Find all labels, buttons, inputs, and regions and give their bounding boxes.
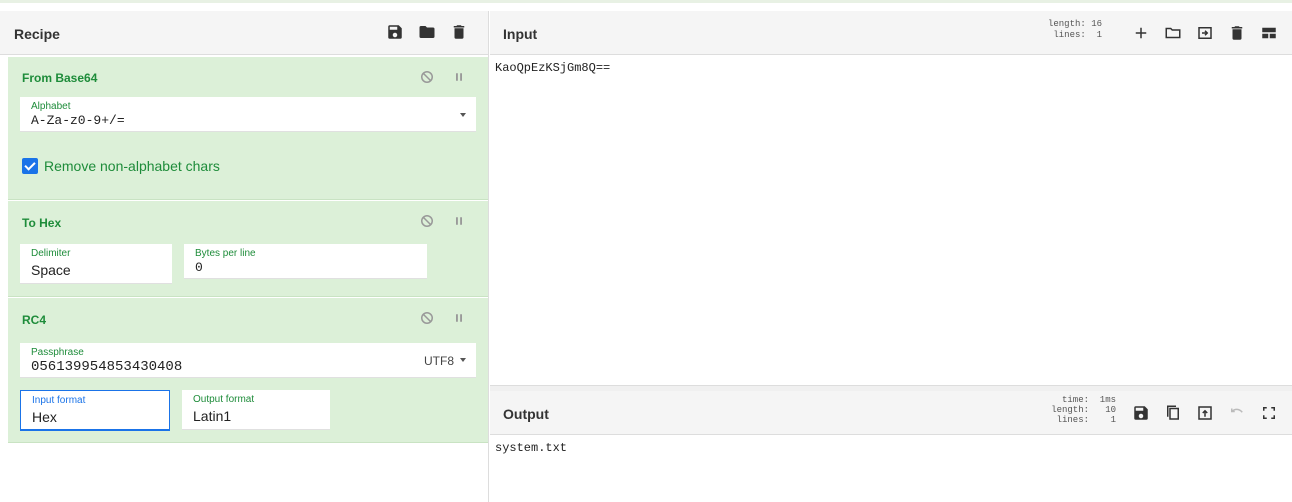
pause-icon[interactable]	[450, 68, 468, 86]
open-folder-icon[interactable]	[1164, 24, 1182, 42]
output-length: length: 10	[1051, 405, 1116, 415]
recipe-panel: Recipe From Base64 Alphabet A-Za-z0-9+/=…	[0, 11, 489, 502]
copy-icon[interactable]	[1164, 404, 1182, 422]
layout-icon[interactable]	[1260, 24, 1278, 42]
output-format-field[interactable]: Output format Latin1	[182, 390, 330, 430]
bytes-per-line-field[interactable]: Bytes per line 0	[184, 244, 427, 279]
op-to-hex[interactable]: To Hex Delimiter Space Bytes per line 0	[8, 201, 488, 297]
op-title-to-hex: To Hex	[22, 216, 62, 230]
delimiter-label: Delimiter	[31, 248, 71, 259]
passphrase-encoding-select[interactable]: UTF8	[424, 354, 454, 368]
op-title-rc4: RC4	[22, 313, 47, 327]
pause-icon[interactable]	[450, 309, 468, 327]
output-title: Output	[503, 406, 549, 422]
chevron-down-icon	[460, 358, 466, 362]
bytes-per-line-label: Bytes per line	[195, 248, 256, 259]
input-textarea[interactable]: KaoQpEzKSjGm8Q==	[495, 61, 610, 75]
output-textarea[interactable]: system.txt	[495, 441, 567, 455]
recipe-title: Recipe	[14, 26, 60, 42]
input-format-label: Input format	[32, 395, 86, 406]
output-time: time: 1ms	[1051, 395, 1116, 405]
op-rc4[interactable]: RC4 Passphrase 056139954853430408 UTF8 I…	[8, 298, 488, 443]
delimiter-value: Space	[31, 262, 71, 278]
pause-icon[interactable]	[450, 212, 468, 230]
remove-non-alphabet-checkbox[interactable]: Remove non-alphabet chars	[22, 158, 220, 174]
input-header: Input length: 16 lines: 1	[490, 11, 1292, 55]
disable-icon[interactable]	[418, 309, 436, 327]
checkbox-checked-icon[interactable]	[22, 158, 38, 174]
open-file-icon[interactable]	[1196, 24, 1214, 42]
chevron-down-icon	[460, 113, 466, 117]
cyberchef-app: Recipe From Base64 Alphabet A-Za-z0-9+/=…	[0, 0, 1292, 502]
output-format-value: Latin1	[193, 408, 232, 424]
io-panel: Input length: 16 lines: 1 KaoQpEzKSjGm8Q…	[490, 11, 1292, 502]
save-icon[interactable]	[386, 23, 404, 41]
replace-input-icon[interactable]	[1196, 404, 1214, 422]
undo-icon[interactable]	[1228, 404, 1246, 422]
passphrase-field[interactable]: Passphrase 056139954853430408 UTF8	[20, 343, 476, 378]
input-format-field[interactable]: Input format Hex	[20, 390, 170, 431]
passphrase-value: 056139954853430408	[31, 359, 183, 375]
plus-icon[interactable]	[1132, 24, 1150, 42]
input-lines: lines: 1	[1047, 30, 1102, 40]
alphabet-select[interactable]: Alphabet A-Za-z0-9+/=	[20, 97, 476, 132]
disable-icon[interactable]	[418, 68, 436, 86]
fullscreen-icon[interactable]	[1260, 404, 1278, 422]
output-lines: lines: 1	[1051, 415, 1116, 425]
op-from-base64[interactable]: From Base64 Alphabet A-Za-z0-9+/= Remove…	[8, 57, 488, 200]
recipe-header: Recipe	[0, 11, 488, 55]
input-length: length: 16	[1047, 19, 1102, 29]
trash-icon[interactable]	[450, 23, 468, 41]
trash-icon[interactable]	[1228, 24, 1246, 42]
passphrase-label: Passphrase	[31, 347, 84, 358]
save-output-icon[interactable]	[1132, 404, 1150, 422]
bytes-per-line-value: 0	[195, 260, 203, 275]
op-title-from-base64: From Base64	[22, 71, 98, 85]
remove-non-alphabet-label: Remove non-alphabet chars	[44, 158, 220, 174]
alphabet-label: Alphabet	[31, 101, 71, 112]
output-format-label: Output format	[193, 394, 255, 405]
folder-icon[interactable]	[418, 23, 436, 41]
disable-icon[interactable]	[418, 212, 436, 230]
alphabet-value: A-Za-z0-9+/=	[31, 113, 125, 128]
output-header: Output time: 1ms length: 10 lines: 1	[490, 391, 1292, 435]
delimiter-field[interactable]: Delimiter Space	[20, 244, 172, 284]
input-title: Input	[503, 26, 538, 42]
input-format-value: Hex	[32, 409, 57, 425]
